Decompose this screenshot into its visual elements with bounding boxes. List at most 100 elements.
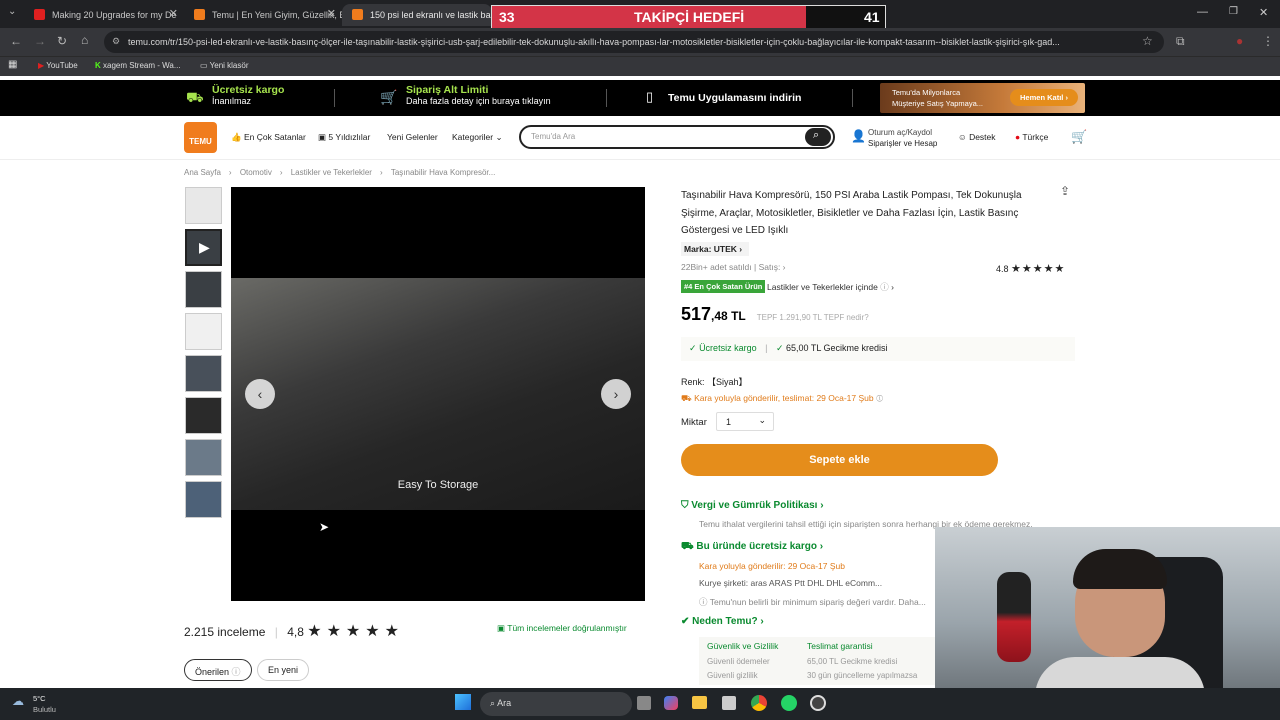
support-link[interactable]: ☺ Destek	[958, 132, 996, 142]
price-integer: 517	[681, 304, 712, 324]
folder-icon: ▭	[200, 61, 208, 70]
rating-summary[interactable]: 4.8 ★★★★★	[996, 262, 1065, 275]
quantity-label: Miktar	[681, 417, 707, 428]
share-icon[interactable]: ⇪	[1060, 184, 1070, 198]
bookmark-kick[interactable]: K xagem Stream - Wa...	[95, 61, 181, 70]
search-input[interactable]: Temu'da Ara ⌕	[519, 125, 835, 149]
nav-five-stars[interactable]: ▣ 5 Yıldızlılar	[318, 132, 370, 143]
next-image-button[interactable]: ›	[601, 379, 631, 409]
promo-app-download[interactable]: Temu Uygulamasını indirin	[668, 92, 801, 104]
nav-new-arrivals[interactable]: Yeni Gelenler	[387, 132, 438, 142]
rank-category[interactable]: Lastikler ve Tekerlekler içinde ⓘ ›	[767, 281, 894, 293]
info-icon: ⓘ	[880, 282, 889, 292]
obs-icon[interactable]	[810, 695, 826, 711]
product-thumbnail[interactable]	[185, 187, 222, 224]
profile-icon[interactable]: ●	[1236, 34, 1243, 48]
apps-icon[interactable]: ▦	[8, 59, 17, 70]
maximize-icon[interactable]: ❐	[1229, 6, 1238, 17]
promo-order-limit[interactable]: Sipariş Alt Limiti Daha fazla detay için…	[406, 84, 551, 107]
support-label: Destek	[969, 132, 996, 142]
brand-link[interactable]: Marka: UTEK ›	[681, 242, 749, 256]
quantity-select[interactable]: 1 ⌄	[716, 412, 774, 431]
store-icon[interactable]	[722, 696, 736, 710]
taskbar-search[interactable]: ⌕ Ara	[480, 692, 632, 716]
why-temu-link[interactable]: ✔ Neden Temu? ›	[681, 616, 764, 627]
file-explorer-icon[interactable]	[692, 696, 707, 709]
temu-icon	[194, 9, 205, 20]
forward-icon[interactable]: →	[34, 34, 46, 48]
back-icon[interactable]: ←	[10, 34, 22, 48]
breadcrumb-item: Taşınabilir Hava Kompresör...	[390, 168, 496, 177]
product-thumbnail[interactable]	[185, 439, 222, 476]
breadcrumb-item[interactable]: Otomotiv	[240, 168, 272, 177]
thumbs-up-icon: 👍	[231, 132, 242, 142]
whatsapp-icon[interactable]	[781, 695, 797, 711]
product-thumbnail[interactable]	[185, 271, 222, 308]
nav-categories[interactable]: Kategoriler ⌄	[452, 132, 503, 143]
nav-best-sellers[interactable]: 👍 En Çok Satanlar	[231, 132, 306, 143]
bookmark-label: xagem Stream - Wa...	[103, 61, 181, 70]
mouse-cursor-icon: ➤	[319, 520, 330, 534]
add-to-cart-button[interactable]: Sepete ekle	[681, 444, 998, 476]
temu-logo[interactable]: TEMU	[184, 122, 217, 153]
product-thumbnail[interactable]	[185, 355, 222, 392]
chrome-icon[interactable]	[751, 695, 767, 711]
task-view-icon[interactable]	[637, 696, 651, 710]
divider	[852, 89, 853, 107]
bookmark-youtube[interactable]: ▶ YouTube	[38, 61, 78, 70]
home-icon[interactable]: ⌂	[81, 33, 88, 47]
promo-subtitle: Daha fazla detay için buraya tıklayın	[406, 96, 551, 106]
language-select[interactable]: ● Türkçe	[1015, 132, 1048, 142]
chevron-left-icon: ‹	[257, 386, 263, 402]
window-close-icon[interactable]: ✕	[1259, 6, 1268, 19]
security-item: Güvenli gizlilik	[707, 671, 758, 680]
sort-newest-button[interactable]: En yeni	[257, 659, 310, 681]
tab-youtube[interactable]: Making 20 Upgrades for my De ✕	[24, 4, 184, 26]
breadcrumb-item[interactable]: Lastikler ve Tekerlekler	[291, 168, 372, 177]
close-icon[interactable]: ✕	[169, 7, 178, 20]
prev-image-button[interactable]: ‹	[245, 379, 275, 409]
tax-policy-link[interactable]: ⛉ Vergi ve Gümrük Politikası ›	[681, 500, 824, 511]
product-thumbnail[interactable]: ▶	[185, 229, 222, 266]
minimize-icon[interactable]: —	[1197, 6, 1208, 18]
bookmark-folder[interactable]: ▭ Yeni klasör	[200, 61, 248, 70]
copilot-icon[interactable]	[664, 696, 678, 710]
product-thumbnail[interactable]	[185, 313, 222, 350]
extensions-icon[interactable]: ⧉	[1176, 34, 1185, 49]
close-icon[interactable]: ✕	[327, 7, 336, 20]
truck-icon: ⛟	[186, 89, 204, 105]
product-video[interactable]	[231, 187, 645, 601]
tab-title: Making 20 Upgrades for my De	[52, 10, 177, 20]
bookmark-star-icon[interactable]: ☆	[1142, 34, 1153, 48]
join-banner[interactable]: Temu'da Milyonlarca Müşteriye Satış Yapm…	[880, 83, 1085, 113]
tab-temu-home[interactable]: Temu | En Yeni Giyim, Güzellik, E ✕	[184, 4, 342, 26]
rank-badge-label: #4 En Çok Satan Ürün	[684, 282, 763, 291]
video-caption: Easy To Storage	[397, 479, 479, 491]
url-bar[interactable]: ⚙ temu.com/tr/150-psi-led-ekranlı-ve-las…	[104, 31, 1164, 53]
verified-reviews-badge: ▣ Tüm incelemeler doğrulanmıştır	[497, 623, 627, 634]
sort-recommended-button[interactable]: Önerilen ⓘ	[184, 659, 252, 681]
cart-icon[interactable]: 🛒	[1071, 129, 1087, 145]
product-thumbnail[interactable]	[185, 481, 222, 518]
weather-desc: Bulutlu	[33, 705, 56, 714]
account-line2: Siparişler ve Hesap	[868, 139, 938, 148]
join-button[interactable]: Hemen Katıl ›	[1010, 89, 1078, 106]
promo-free-shipping[interactable]: Ücretsiz kargo İnanılmaz	[212, 84, 284, 107]
search-button[interactable]: ⌕	[805, 128, 831, 146]
tab-menu-icon[interactable]: ⌄	[8, 6, 16, 17]
more-icon[interactable]: ⋮	[1262, 34, 1274, 48]
site-info-icon[interactable]: ⚙	[112, 36, 120, 47]
guarantee-item: 65,00 TL Gecikme kredisi	[807, 657, 898, 666]
chevron-right-icon: ›	[613, 386, 619, 402]
verified-label: Tüm incelemeler doğrulanmıştır	[507, 623, 627, 633]
free-shipping-link[interactable]: ⛟ Bu üründe ücretsiz kargo ›	[681, 541, 823, 554]
windows-start-icon[interactable]	[455, 694, 471, 710]
reload-icon[interactable]: ↻	[57, 34, 67, 48]
promo-title: Ücretsiz kargo	[212, 84, 285, 96]
nav-label: Yeni Gelenler	[387, 132, 438, 142]
product-thumbnail[interactable]	[185, 397, 222, 434]
breadcrumb-item[interactable]: Ana Sayfa	[184, 168, 221, 177]
account-menu[interactable]: Oturum aç/Kaydol Siparişler ve Hesap	[868, 127, 937, 149]
review-rating: 4,8	[287, 625, 304, 639]
tab-temu-product[interactable]: 150 psi led ekranlı ve lastik bas	[342, 4, 492, 26]
